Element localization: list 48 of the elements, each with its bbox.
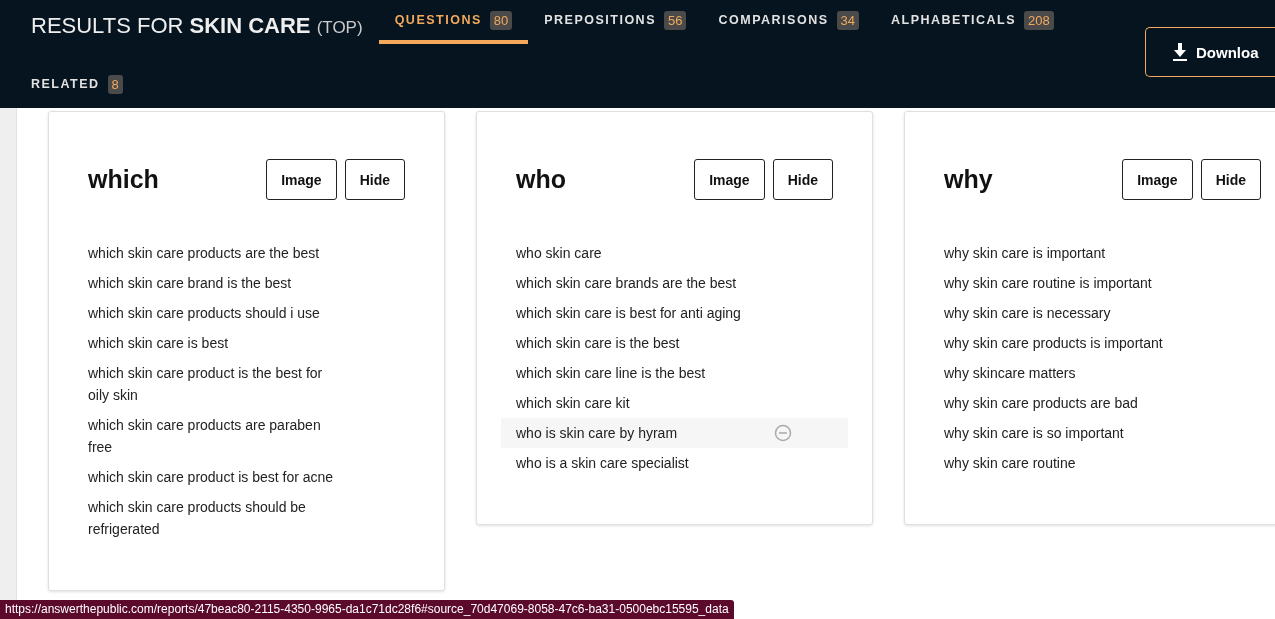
question-link[interactable]: which skin care product is the best for oily skin (88, 362, 346, 406)
tab[interactable]: QUESTIONS 80 (378, 0, 529, 44)
image-button[interactable]: Image (266, 159, 337, 200)
question-link[interactable]: why skin care products are bad (944, 392, 1202, 414)
question-link[interactable]: why skin care is necessary (944, 302, 1202, 324)
question-link[interactable]: why skin care routine (944, 452, 1202, 474)
question-link[interactable]: why skincare matters (944, 362, 1202, 384)
count-badge: 34 (836, 10, 859, 30)
question-link[interactable]: which skin care products should be refrigerated (88, 496, 346, 540)
question-link[interactable]: why skin care routine is important (944, 272, 1202, 294)
highlighted-row[interactable]: who is skin care by hyram (501, 418, 848, 448)
question-link[interactable]: which skin care brand is the best (88, 272, 346, 294)
count-badge: 208 (1024, 10, 1054, 30)
hide-button[interactable]: Hide (772, 159, 833, 200)
question-link[interactable]: why skin care is important (944, 242, 1202, 264)
page-title: RESULTS FOR SKIN CARE (TOP) (31, 12, 363, 40)
card-title: which (88, 165, 160, 194)
question-link[interactable]: which skin care is best for anti aging (516, 302, 774, 324)
card-title: who (516, 165, 567, 194)
hide-button[interactable]: Hide (1200, 159, 1261, 200)
image-button[interactable]: Image (694, 159, 765, 200)
question-link[interactable]: who is skin care by hyram (516, 422, 774, 444)
question-link[interactable]: which skin care kit (516, 392, 774, 414)
count-badge: 80 (489, 10, 513, 30)
download-button[interactable]: Downloa (1145, 27, 1275, 77)
question-link[interactable]: which skin care is the best (516, 332, 774, 354)
question-link[interactable]: which skin care brands are the best (516, 272, 774, 294)
image-button[interactable]: Image (1122, 159, 1193, 200)
count-badge: 8 (107, 74, 123, 94)
download-icon (1172, 43, 1188, 61)
question-link[interactable]: which skin care products should i use (88, 302, 346, 324)
question-link[interactable]: who skin care (516, 242, 774, 264)
hide-button[interactable]: Hide (344, 159, 405, 200)
question-link[interactable]: which skin care product is best for acne (88, 466, 346, 488)
tab[interactable]: PREPOSITIONS 56 (528, 0, 703, 44)
question-link[interactable]: why skin care products is important (944, 332, 1202, 354)
question-link[interactable]: which skin care products are the best (88, 242, 346, 264)
remove-icon[interactable] (774, 424, 792, 442)
question-link[interactable]: which skin care line is the best (516, 362, 774, 384)
question-link[interactable]: why skin care is so important (944, 422, 1202, 444)
question-link[interactable]: who is a skin care specialist (516, 452, 774, 474)
question-link[interactable]: which skin care is best (88, 332, 346, 354)
count-badge: 56 (664, 10, 687, 30)
status-url: https://answerthepublic.com/reports/47beac80-2115-4350-9965-da1c71dc28f6#source_70d47069-8058-47c6-ba31-0500ebc15595_data (0, 600, 734, 619)
tab[interactable]: ALPHABETICALS 208 (874, 0, 1070, 44)
tab[interactable]: COMPARISONS 34 (702, 0, 875, 44)
card-title: why (944, 165, 994, 194)
question-link[interactable]: which skin care products are paraben free (88, 414, 346, 458)
